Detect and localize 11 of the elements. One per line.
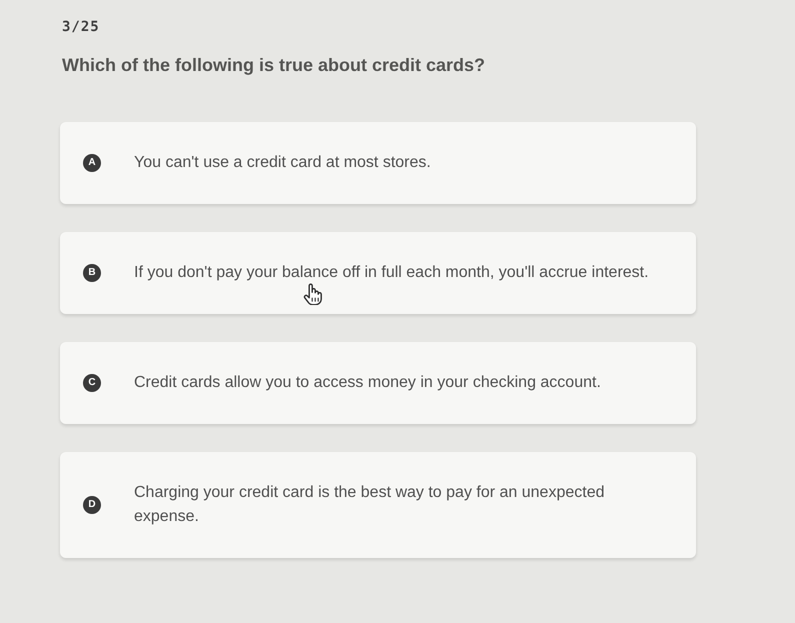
answer-option[interactable]: D Charging your credit card is the best way to pay for an unexpected expense.: [60, 452, 696, 558]
option-letter-badge: C: [83, 374, 101, 392]
question-text: Which of the following is true about credit cards?: [62, 54, 486, 76]
answer-option[interactable]: C Credit cards allow you to access money in your checking account.: [60, 342, 696, 424]
question-counter: 3/25: [62, 19, 100, 35]
option-letter-badge: B: [83, 264, 101, 282]
answer-option[interactable]: A You can't use a credit card at most stores.: [60, 122, 696, 204]
option-letter-badge: A: [83, 154, 101, 172]
option-letter-badge: D: [83, 496, 101, 514]
answer-option[interactable]: B If you don't pay your balance off in full each month, you'll accrue interest.: [60, 232, 696, 314]
hand-cursor-icon: [302, 283, 324, 305]
